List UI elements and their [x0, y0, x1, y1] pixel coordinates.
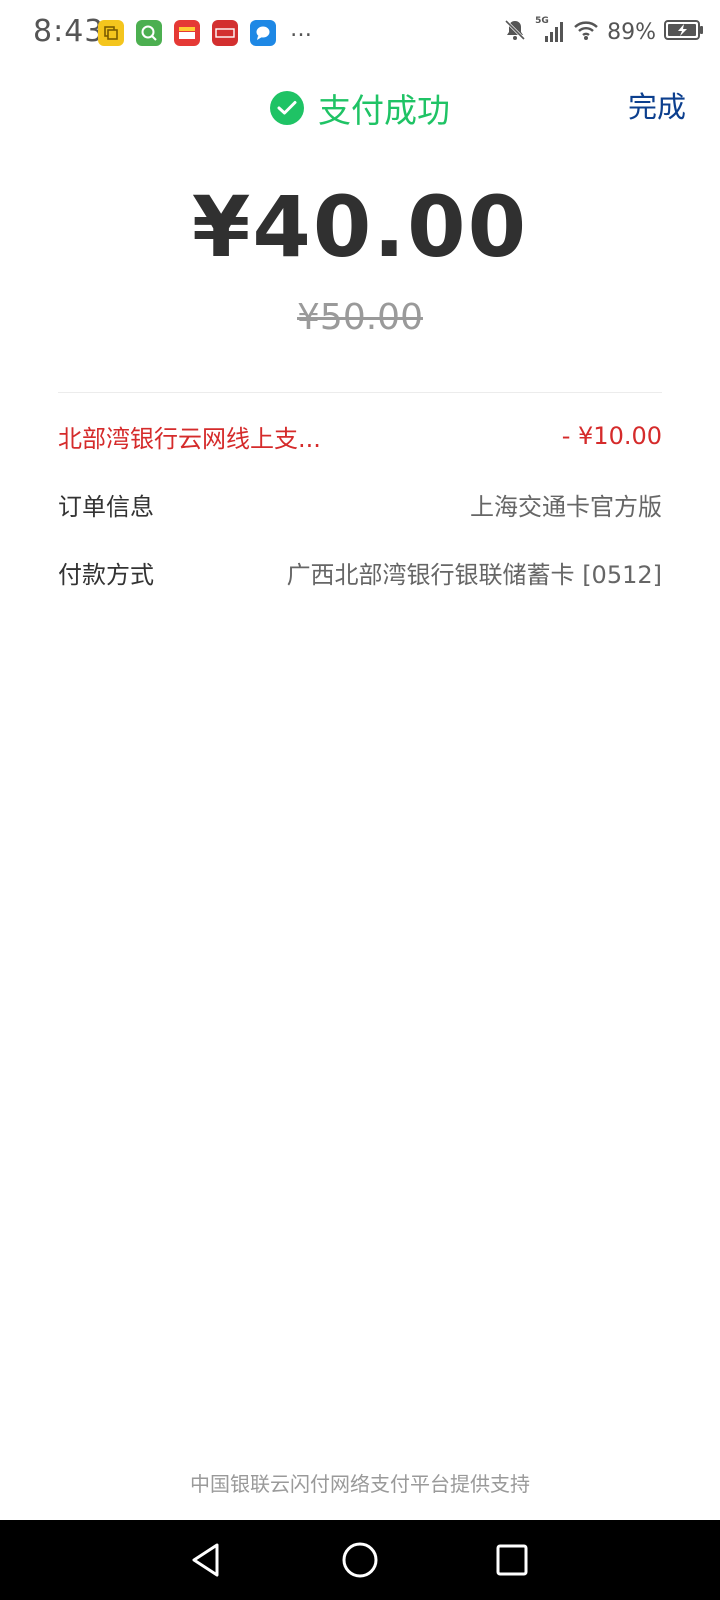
mute-icon	[503, 18, 527, 46]
payment-method-value: 广西北部湾银行银联储蓄卡 [0512]	[286, 560, 662, 589]
wifi-icon	[573, 19, 599, 45]
copy-app-icon	[98, 20, 124, 46]
payment-method-label: 付款方式	[58, 560, 154, 589]
search-app-icon	[136, 20, 162, 46]
battery-charging-icon	[664, 19, 704, 45]
more-notifications-icon: …	[290, 16, 312, 42]
discount-row: 北部湾银行云网线上支... - ¥10.00	[58, 416, 662, 456]
system-nav-bar	[0, 1520, 720, 1600]
page-title: 支付成功	[318, 91, 450, 130]
discount-value: - ¥10.00	[561, 422, 662, 450]
message-app-icon	[250, 20, 276, 46]
page-header: 支付成功 完成	[0, 80, 720, 136]
status-time: 8:43	[33, 14, 105, 49]
status-indicators: 5G 89%	[503, 16, 704, 46]
payment-method-row: 付款方式 广西北部湾银行银联储蓄卡 [0512]	[58, 552, 662, 592]
wallet-app-icon	[174, 20, 200, 46]
done-button[interactable]: 完成	[628, 84, 686, 126]
battery-percent: 89%	[607, 19, 656, 45]
status-bar: 8:43 … 5G 89%	[0, 0, 720, 68]
order-info-row: 订单信息 上海交通卡官方版	[58, 484, 662, 524]
cellular-signal-icon: 5G	[535, 16, 565, 44]
notification-app-icons: …	[98, 16, 312, 46]
divider	[58, 392, 662, 393]
original-amount: ¥50.00	[297, 297, 423, 338]
paid-amount: ¥40.00	[191, 178, 529, 276]
discount-label: 北部湾银行云网线上支...	[58, 424, 321, 453]
order-info-value: 上海交通卡官方版	[470, 492, 662, 521]
platform-support-text: 中国银联云闪付网络支付平台提供支持	[190, 1472, 530, 1496]
cloudpay-app-icon	[212, 20, 238, 46]
order-info-label: 订单信息	[58, 492, 154, 521]
recents-nav-icon[interactable]	[490, 1538, 534, 1582]
success-check-icon	[270, 91, 304, 125]
back-nav-icon[interactable]	[184, 1538, 228, 1582]
payment-status: 支付成功	[270, 84, 450, 132]
home-nav-icon[interactable]	[338, 1538, 382, 1582]
